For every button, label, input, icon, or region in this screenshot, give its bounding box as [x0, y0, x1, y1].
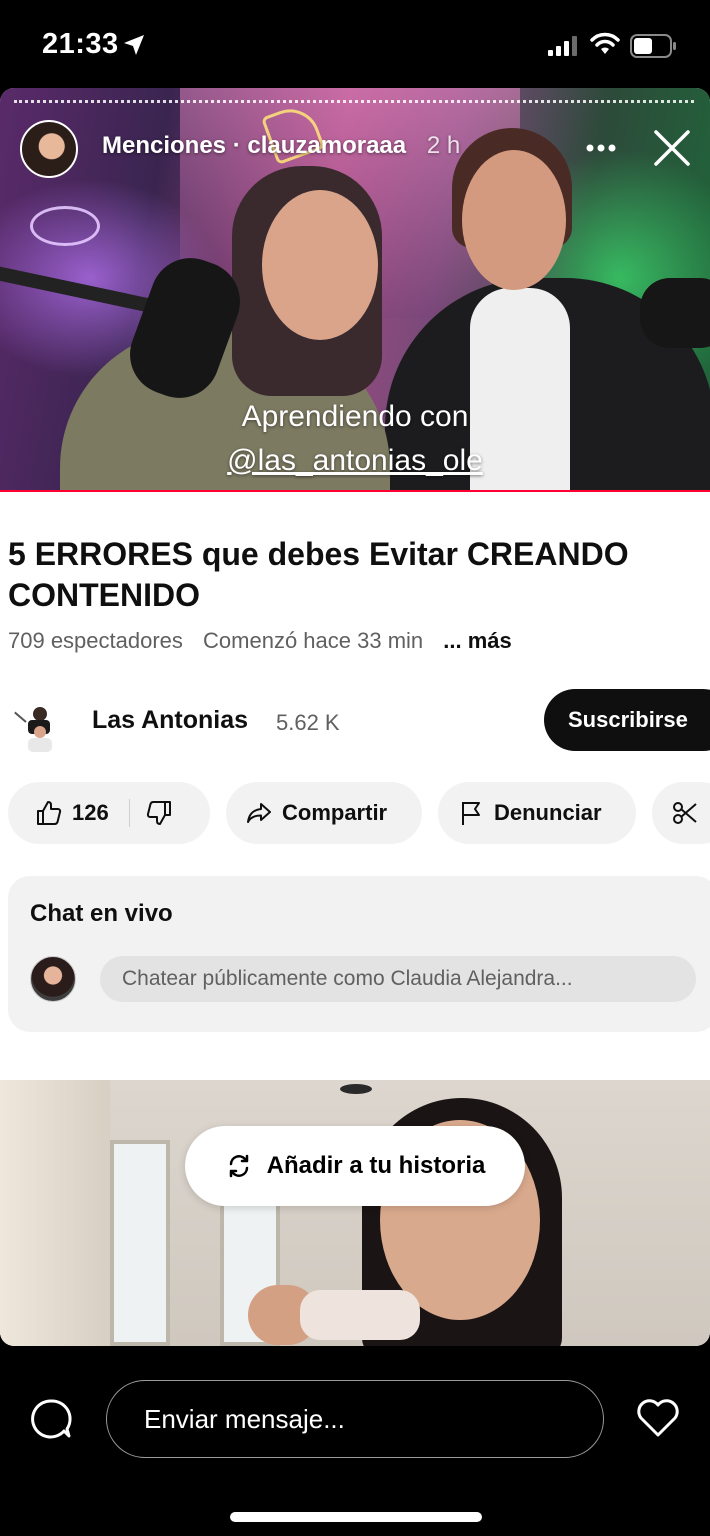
story-header[interactable]: Menciones · clauzamoraaa 2 h [102, 132, 460, 160]
signal-icon [548, 36, 577, 56]
video-progress-line [0, 490, 710, 492]
status-bar: 21:33 [0, 0, 710, 88]
story-username[interactable]: clauzamoraaa [247, 132, 406, 159]
add-to-story-label: Añadir a tu historia [266, 1152, 486, 1179]
curtain [0, 1080, 110, 1346]
host-right-face [462, 150, 566, 290]
share-button[interactable]: Compartir [226, 782, 422, 844]
video-title: 5 ERRORES que debes Evitar CREANDO CONTE… [8, 536, 629, 613]
send-message-input[interactable] [106, 1380, 604, 1458]
chat-bubble-icon[interactable] [30, 1398, 72, 1440]
flag-icon [462, 802, 480, 825]
like-dislike-pill: 126 [8, 782, 210, 844]
report-button[interactable]: Denunciar [438, 782, 636, 844]
wifi-icon [590, 32, 620, 54]
location-arrow-icon [124, 35, 144, 55]
video-meta: 709 espectadores Comenzó hace 33 min ...… [8, 628, 526, 654]
story-caption: Aprendiendo con [241, 400, 469, 433]
channel-name[interactable]: Las Antonias [92, 706, 248, 735]
share-icon [247, 803, 271, 823]
microphone-right [640, 278, 710, 348]
subscribe-button[interactable]: Suscribirse [544, 689, 710, 751]
like-count[interactable]: 126 [72, 800, 109, 826]
live-video-player[interactable]: Menciones · clauzamoraaa 2 h Aprendiendo… [0, 88, 710, 492]
heart-icon[interactable] [636, 1398, 680, 1438]
started-time: Comenzó hace 33 min [203, 628, 424, 653]
report-label: Denunciar [494, 800, 602, 825]
status-time: 21:33 [42, 28, 119, 60]
live-chat-card[interactable]: Chat en vivo [8, 876, 710, 1032]
saturn-neon-sign [30, 206, 100, 246]
more-link[interactable]: ... más [443, 628, 511, 653]
next-video-preview[interactable] [0, 1080, 710, 1346]
story-time: 2 h [426, 132, 461, 159]
host-left-face [262, 190, 378, 340]
user-avatar [30, 956, 76, 1002]
thumbs-up-icon[interactable] [36, 800, 62, 826]
ceiling-light [340, 1084, 372, 1094]
story-reply-bar [0, 1346, 710, 1536]
header-separator: · [232, 132, 241, 159]
subscriber-count: 5.62 K [276, 710, 340, 735]
channel-logo-icon [11, 707, 52, 752]
channel-avatar[interactable] [10, 700, 66, 756]
close-icon[interactable] [652, 128, 692, 168]
story-author-avatar[interactable] [20, 120, 78, 178]
thumbs-down-icon[interactable] [146, 800, 172, 826]
share-label: Compartir [282, 800, 388, 825]
home-indicator[interactable] [230, 1512, 482, 1522]
clip-button[interactable] [652, 782, 710, 844]
live-chat-title: Chat en vivo [30, 900, 173, 927]
story-frame[interactable]: Menciones · clauzamoraaa 2 h Aprendiendo… [0, 88, 710, 1346]
scissors-icon [673, 802, 697, 824]
add-to-story-button[interactable]: Añadir a tu historia [185, 1126, 525, 1206]
story-source-label: Menciones [102, 132, 227, 159]
battery-icon [630, 34, 676, 58]
story-mention-link[interactable]: @las_antonias_ole [0, 444, 710, 478]
repost-icon [225, 1152, 253, 1180]
pill-divider [128, 799, 130, 827]
cups [300, 1290, 420, 1340]
window [110, 1140, 170, 1346]
more-icon[interactable] [586, 144, 616, 152]
chat-input[interactable] [100, 956, 696, 1002]
story-progress-bar [14, 100, 694, 104]
viewer-count: 709 espectadores [8, 628, 183, 653]
